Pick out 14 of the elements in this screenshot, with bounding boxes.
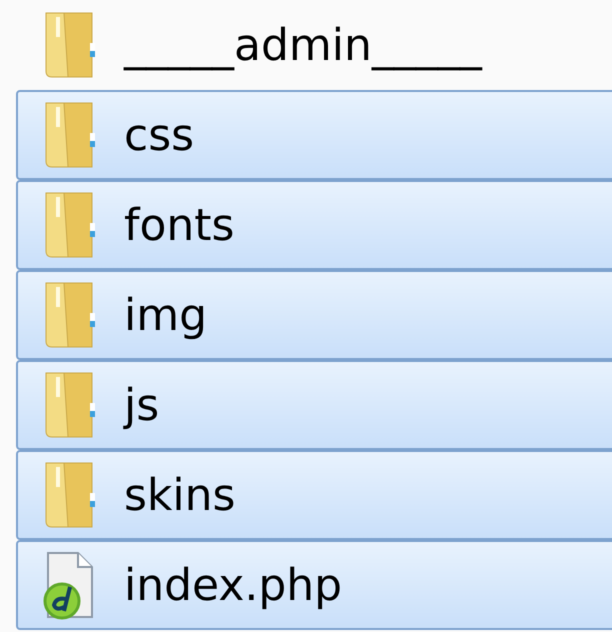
file-row[interactable]: _____admin_____ — [16, 0, 612, 90]
file-row[interactable]: css — [16, 90, 612, 180]
file-row[interactable]: skins — [16, 450, 612, 540]
file-name: css — [124, 110, 194, 160]
file-name: _____admin_____ — [124, 20, 482, 70]
file-name: js — [124, 380, 160, 430]
file-row[interactable]: img — [16, 270, 612, 360]
file-name: skins — [124, 470, 236, 520]
file-row[interactable]: fonts — [16, 180, 612, 270]
file-name: index.php — [124, 560, 342, 610]
file-row[interactable]: index.php — [16, 540, 612, 630]
file-row[interactable]: js — [16, 360, 612, 450]
file-name: fonts — [124, 200, 234, 250]
file-name: img — [124, 290, 208, 340]
